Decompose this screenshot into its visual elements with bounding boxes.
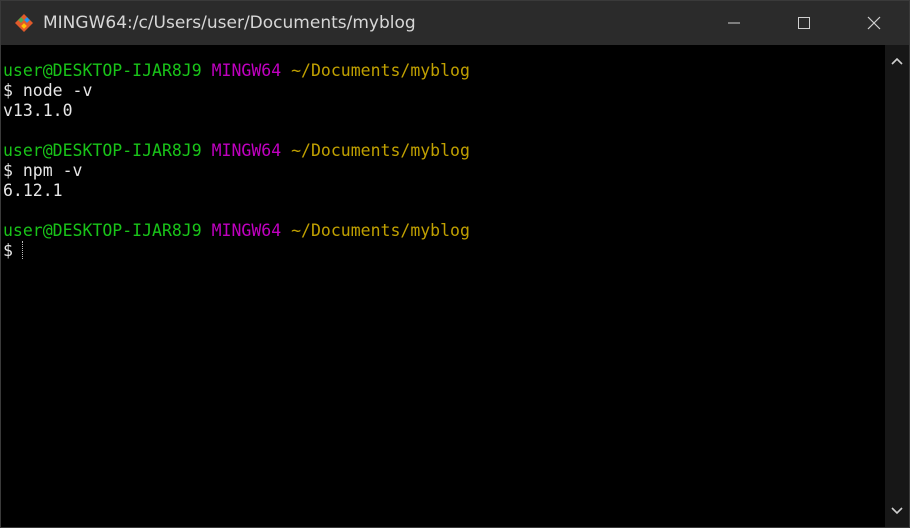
close-icon	[867, 16, 881, 30]
prompt-path: ~/Documents/myblog	[291, 141, 470, 160]
chevron-up-icon	[891, 57, 903, 65]
git-bash-icon	[13, 12, 35, 34]
command-line: $ npm -v	[3, 161, 83, 180]
text-cursor	[21, 241, 24, 259]
command-output: 6.12.1	[3, 181, 63, 200]
prompt-symbol: $	[3, 241, 13, 260]
prompt-env: MINGW64	[211, 61, 282, 80]
minimize-button[interactable]	[699, 1, 769, 45]
window-controls	[699, 1, 909, 45]
prompt-path: ~/Documents/myblog	[291, 221, 470, 240]
vertical-scrollbar[interactable]	[885, 45, 909, 527]
prompt-user: user@DESKTOP-IJAR8J9	[3, 141, 202, 160]
command-output: v13.1.0	[3, 101, 73, 120]
terminal-output[interactable]: user@DESKTOP-IJAR8J9 MINGW64 ~/Documents…	[3, 61, 883, 527]
command-line: $ node -v	[3, 81, 93, 100]
close-button[interactable]	[839, 1, 909, 45]
maximize-icon	[798, 17, 810, 29]
title-bar[interactable]: MINGW64:/c/Users/user/Documents/myblog	[1, 1, 909, 45]
window-title: MINGW64:/c/Users/user/Documents/myblog	[43, 13, 416, 33]
prompt-env: MINGW64	[211, 141, 282, 160]
minimize-icon	[728, 22, 740, 24]
prompt-user: user@DESKTOP-IJAR8J9	[3, 61, 202, 80]
terminal-window: MINGW64:/c/Users/user/Documents/myblog u…	[0, 0, 910, 528]
input-line[interactable]: $	[3, 241, 883, 261]
prompt-user: user@DESKTOP-IJAR8J9	[3, 221, 202, 240]
chevron-down-icon	[891, 507, 903, 515]
maximize-button[interactable]	[769, 1, 839, 45]
prompt-line: user@DESKTOP-IJAR8J9 MINGW64 ~/Documents…	[3, 141, 883, 161]
scroll-down-button[interactable]	[885, 499, 909, 523]
prompt-line: user@DESKTOP-IJAR8J9 MINGW64 ~/Documents…	[3, 61, 883, 81]
prompt-line: user@DESKTOP-IJAR8J9 MINGW64 ~/Documents…	[3, 221, 883, 241]
prompt-path: ~/Documents/myblog	[291, 61, 470, 80]
scroll-up-button[interactable]	[885, 49, 909, 73]
prompt-env: MINGW64	[211, 221, 282, 240]
